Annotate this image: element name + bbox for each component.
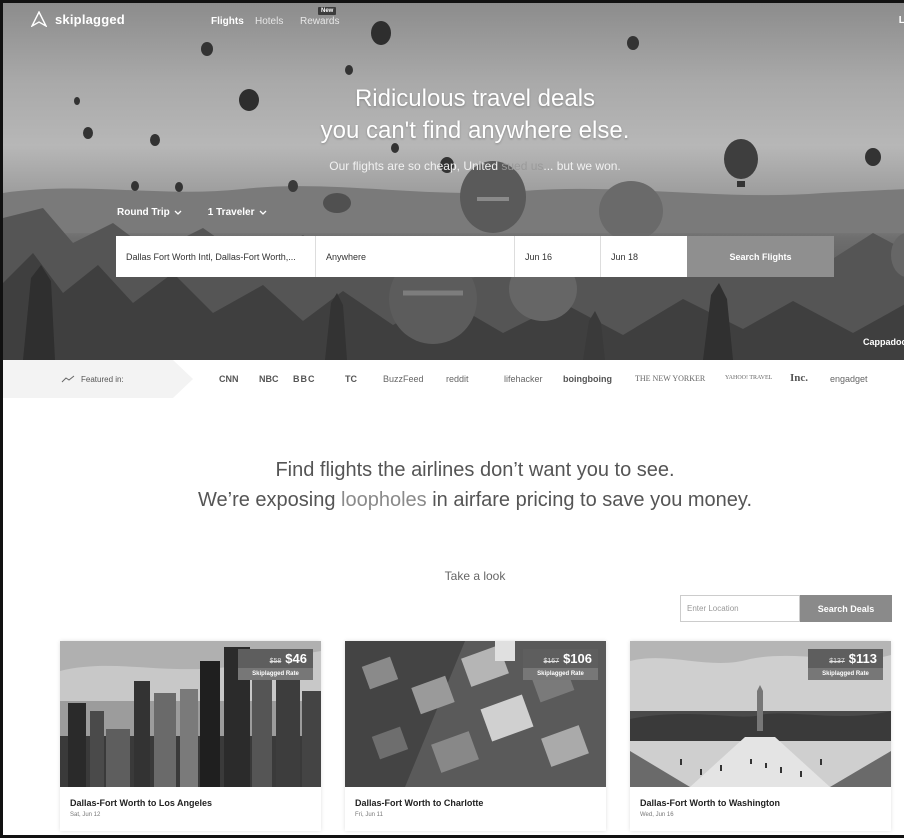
- nav-rewards[interactable]: Rewards: [300, 16, 339, 27]
- price-tag: $58 $46 Skiplagged Rate: [238, 649, 313, 680]
- sued-us-link[interactable]: sued us: [501, 159, 543, 173]
- top-navigation: skiplagged Flights Hotels Rewards New Lo: [3, 3, 904, 43]
- skiplagged-rate-label: Skiplagged Rate: [238, 668, 313, 680]
- trip-type-label: Round Trip: [117, 207, 170, 218]
- hero-background-photo: [3, 21, 904, 360]
- featured-label-box: Featured in:: [3, 360, 193, 398]
- press-logo-inc: Inc.: [790, 372, 809, 384]
- brand-name: skiplagged: [55, 11, 125, 27]
- press-logo-techcrunch: TC: [345, 374, 357, 384]
- tagline-text: Our flights are so cheap, United: [329, 159, 502, 173]
- deal-search-form: Enter Location Search Deals: [680, 595, 892, 622]
- deal-price: $106: [563, 651, 592, 666]
- return-date-input[interactable]: Jun 18: [601, 236, 687, 277]
- original-price: $167: [543, 658, 560, 665]
- hero-headline-line2: you can't find anywhere else.: [320, 117, 630, 144]
- photo-location-caption: Cappadoci: [862, 337, 904, 347]
- press-logo-cnn: CNN: [219, 374, 239, 384]
- skiplagged-logo-icon: [31, 11, 47, 27]
- value-prop-line1: Find flights the airlines don’t want you…: [275, 459, 675, 481]
- press-logo-new-yorker: THE NEW YORKER: [635, 374, 706, 383]
- press-logo-boingboing: boingboing: [563, 374, 612, 384]
- deal-date: Fri, Jun 11: [355, 812, 383, 818]
- original-price: $137: [829, 658, 845, 665]
- deal-card[interactable]: $167 $106 Skiplagged Rate Dallas-Fort Wo…: [345, 641, 606, 831]
- value-proposition: Find flights the airlines don’t want you…: [3, 455, 904, 515]
- skiplagged-rate-label: Skiplagged Rate: [808, 668, 883, 680]
- loopholes-link[interactable]: loopholes: [341, 489, 427, 511]
- deal-card[interactable]: $137 $113 Skiplagged Rate Dallas-Fort Wo…: [630, 641, 891, 831]
- value-prop-text-end: in airfare pricing to save you money.: [426, 489, 752, 511]
- featured-label: Featured in:: [81, 374, 124, 384]
- deal-card[interactable]: $58 $46 Skiplagged Rate Dallas-Fort Wort…: [60, 641, 321, 831]
- price-tag: $167 $106 Skiplagged Rate: [523, 649, 598, 680]
- hero-tagline: Our flights are so cheap, United sued us…: [3, 159, 904, 173]
- search-deals-button[interactable]: Search Deals: [800, 595, 892, 622]
- origin-input[interactable]: Dallas Fort Worth Intl, Dallas-Fort Wort…: [116, 236, 316, 277]
- press-logo-lifehacker: lifehacker: [504, 374, 543, 384]
- search-flights-button[interactable]: Search Flights: [687, 236, 834, 277]
- deal-route: Dallas-Fort Worth to Charlotte: [355, 798, 484, 808]
- location-input[interactable]: Enter Location: [680, 595, 800, 622]
- original-price: $58: [269, 658, 282, 665]
- depart-date-input[interactable]: Jun 16: [515, 236, 601, 277]
- tagline-text-end: ... but we won.: [543, 159, 621, 173]
- trending-up-icon: [61, 375, 75, 383]
- price-tag: $137 $113 Skiplagged Rate: [808, 649, 883, 680]
- trip-options: Round Trip 1 Traveler: [117, 207, 267, 218]
- press-logo-yahoo-travel: YAHOO! TRAVEL: [725, 375, 773, 381]
- value-prop-line2: We’re exposing loopholes in airfare pric…: [3, 485, 904, 515]
- travelers-label: 1 Traveler: [207, 207, 255, 218]
- login-link[interactable]: Lo: [899, 15, 904, 26]
- press-logo-bbc: BBC: [293, 374, 316, 384]
- deal-price: $46: [285, 651, 307, 666]
- nav-flights[interactable]: Flights: [211, 16, 244, 27]
- chevron-down-icon: [259, 210, 266, 215]
- deal-date: Wed, Jun 16: [640, 812, 674, 818]
- flight-search-form: Dallas Fort Worth Intl, Dallas-Fort Wort…: [116, 236, 834, 277]
- destination-input[interactable]: Anywhere: [316, 236, 515, 277]
- take-a-look-heading: Take a look: [444, 569, 506, 583]
- hero-banner: skiplagged Flights Hotels Rewards New Lo…: [3, 3, 904, 360]
- press-logo-engadget: engadget: [830, 374, 868, 384]
- deal-date: Sat, Jun 12: [70, 812, 101, 818]
- new-badge: New: [318, 7, 337, 15]
- deal-route: Dallas-Fort Worth to Los Angeles: [70, 798, 213, 808]
- chevron-down-icon: [174, 210, 182, 215]
- hero-headline-line1: Ridiculous travel deals: [354, 85, 596, 112]
- value-prop-text: We’re exposing: [197, 489, 342, 511]
- page: skiplagged Flights Hotels Rewards New Lo…: [0, 0, 904, 838]
- brand-logo[interactable]: skiplagged: [31, 11, 125, 27]
- featured-in-bar: Featured in: CNN NBC BBC TC BuzzFeed red…: [3, 360, 904, 398]
- skiplagged-rate-label: Skiplagged Rate: [523, 668, 598, 680]
- trip-type-dropdown[interactable]: Round Trip: [117, 207, 182, 218]
- travelers-dropdown[interactable]: 1 Traveler: [208, 207, 267, 218]
- press-logo-reddit: reddit: [446, 374, 469, 384]
- press-logo-buzzfeed: BuzzFeed: [383, 374, 424, 384]
- deal-route: Dallas-Fort Worth to Washington: [640, 798, 780, 808]
- deal-price: $113: [848, 651, 877, 666]
- press-logo-nbc: NBC: [259, 374, 279, 384]
- nav-hotels[interactable]: Hotels: [255, 16, 283, 27]
